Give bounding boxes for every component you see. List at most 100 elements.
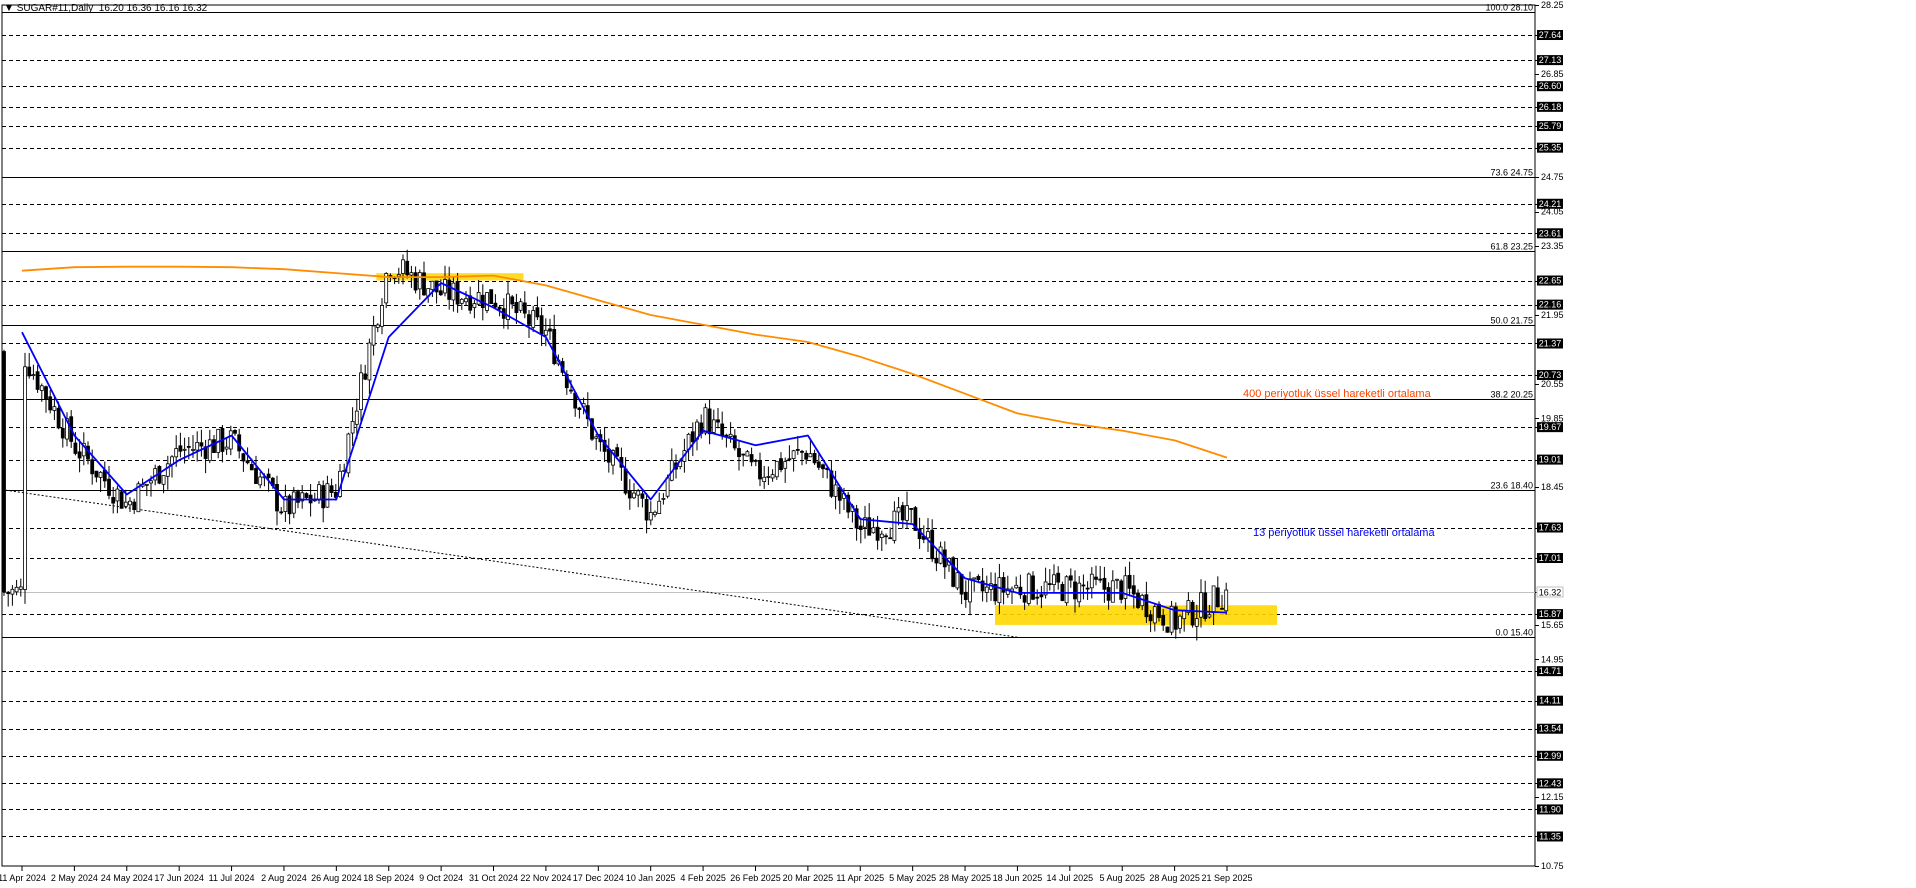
candle-body (808, 453, 813, 458)
candle-body (31, 374, 36, 377)
candle-body (514, 302, 519, 314)
date-axis-label: 17 Dec 2024 (573, 873, 624, 883)
candle-body (1215, 587, 1220, 608)
candle-body (518, 301, 523, 311)
price-axis-label: 24.75 (1541, 172, 1564, 182)
candle-body (1136, 592, 1140, 608)
candle-body (577, 407, 582, 410)
candle-body (636, 490, 641, 496)
candle-body (648, 512, 653, 521)
candle-body (972, 577, 977, 580)
candle-body (1127, 574, 1132, 589)
candle-body (115, 488, 120, 502)
candle-body (325, 483, 330, 508)
chart-window[interactable]: 100.0 28.10 73.6 24.75 61.8 23.25 50.0 21.7… (0, 0, 1916, 888)
price-axis-label: 14.11 (1539, 696, 1561, 706)
date-axis-label: 11 Apr 2024 (0, 873, 46, 883)
fibonacci-label: 50.0 21.75 (1490, 316, 1533, 326)
price-axis-label: 22.16 (1539, 300, 1562, 310)
ema400-annotation: 400 periyotluk üssel hareketli ortalama (1243, 388, 1432, 400)
candle-body (1089, 573, 1094, 589)
fibonacci-label: 73.6 24.75 (1490, 168, 1533, 178)
candle-body (241, 453, 246, 462)
candle-body (165, 463, 170, 477)
candle-body (405, 260, 410, 276)
candle-body (1031, 575, 1035, 600)
candle-body (94, 470, 99, 478)
candle-body (640, 493, 645, 499)
candle-body (879, 533, 884, 538)
candle-body (984, 586, 989, 593)
price-axis-label: 25.35 (1539, 143, 1562, 153)
candle-body (73, 442, 78, 454)
date-axis-label: 31 Oct 2024 (469, 873, 518, 883)
candle-body (359, 372, 363, 411)
triangle-down-icon[interactable]: ▼ (4, 3, 14, 14)
price-axis-label: 15.65 (1541, 620, 1564, 630)
candle-body (905, 505, 909, 521)
candle-body (350, 421, 355, 434)
candle-body (35, 371, 40, 390)
candle-body (23, 366, 27, 590)
candle-body (1211, 585, 1216, 614)
candle-body (2, 351, 6, 593)
candle-body (161, 475, 166, 485)
candle-body (1035, 596, 1040, 599)
candle-body (98, 471, 103, 478)
price-axis-label: 11.35 (1539, 831, 1561, 841)
candle-body (569, 389, 573, 392)
candle-body (430, 280, 435, 291)
candle-body (623, 468, 628, 494)
price-axis-label: 15.87 (1539, 609, 1562, 619)
date-axis-label: 18 Sep 2024 (363, 873, 414, 883)
candle-body (795, 449, 800, 451)
candle-body (896, 507, 901, 513)
candle-body (535, 307, 540, 318)
date-axis-label: 20 Mar 2025 (783, 873, 834, 883)
date-axis-label: 28 May 2025 (939, 873, 991, 883)
price-chart[interactable]: 100.0 28.10 73.6 24.75 61.8 23.25 50.0 21.7… (0, 0, 1916, 888)
date-axis-label: 18 Jun 2025 (993, 873, 1043, 883)
candle-body (354, 410, 359, 425)
candle-body (367, 342, 372, 381)
date-axis-label: 26 Feb 2025 (730, 873, 781, 883)
date-axis-label: 5 Aug 2025 (1099, 873, 1145, 883)
date-axis-label: 21 Sep 2025 (1201, 873, 1252, 883)
fibonacci-label: 38.2 20.25 (1490, 390, 1533, 400)
candle-body (892, 510, 897, 541)
candle-body (417, 272, 422, 290)
candle-body (317, 484, 321, 501)
candle-body (1131, 585, 1136, 595)
candle-body (279, 511, 284, 514)
date-axis-label: 22 Nov 2024 (520, 873, 571, 883)
candle-body (1106, 587, 1111, 601)
price-axis-label: 12.15 (1541, 792, 1564, 802)
candle-body (753, 459, 758, 462)
candle-body (934, 557, 939, 564)
candle-body (1203, 592, 1208, 620)
candle-body (527, 314, 531, 325)
candle-body (884, 535, 888, 538)
candle-body (1144, 594, 1149, 618)
candle-body (191, 449, 195, 451)
candle-body (1207, 614, 1212, 618)
candle-body (375, 324, 380, 328)
ema13-line (21, 282, 1228, 614)
candle-body (522, 302, 527, 314)
candle-body (1102, 577, 1107, 590)
date-axis-label: 9 Oct 2024 (419, 873, 463, 883)
candle-body (422, 272, 426, 296)
candle-body (1152, 606, 1157, 624)
candle-body (1064, 576, 1069, 604)
candle-body (728, 433, 733, 438)
candle-body (291, 491, 296, 514)
candle-body (178, 445, 183, 452)
candle-body (615, 447, 620, 457)
candle-body (1220, 607, 1224, 610)
price-axis-label: 27.13 (1539, 55, 1562, 65)
candle-body (39, 385, 44, 391)
candle-body (254, 468, 258, 484)
ema13-annotation: 13 periyotluk üssel hareketli ortalama (1253, 527, 1435, 539)
date-axis-label: 17 Jun 2024 (154, 873, 204, 883)
candle-body (1022, 595, 1027, 603)
